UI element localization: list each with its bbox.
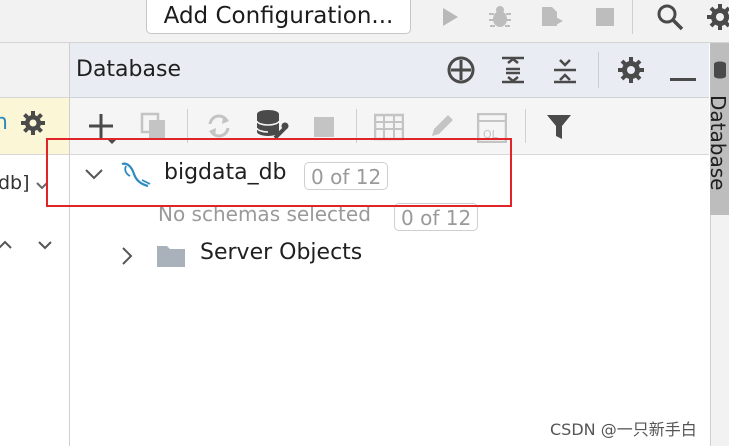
toolbar-separator [525, 109, 526, 143]
database-icon [713, 61, 727, 83]
chevron-up-icon[interactable] [0, 236, 14, 258]
debug-icon[interactable] [485, 2, 515, 32]
add-configuration-button[interactable]: Add Configuration... [146, 0, 411, 34]
schemas-count-badge: 0 of 12 [394, 203, 479, 231]
tree-row-server-objects[interactable]: Server Objects [110, 238, 410, 274]
settings-icon[interactable] [705, 2, 729, 32]
gear-icon[interactable] [20, 110, 46, 140]
header-separator [598, 52, 599, 88]
gear-icon[interactable] [617, 56, 645, 88]
server-objects-label: Server Objects [200, 240, 363, 265]
expand-all-icon[interactable] [498, 55, 528, 89]
collapse-all-icon[interactable] [550, 55, 580, 89]
database-tab-label: Database [706, 95, 729, 191]
left-link-fragment[interactable]: n [0, 110, 8, 135]
minimize-icon[interactable] [670, 68, 696, 87]
coverage-icon[interactable] [537, 2, 567, 32]
toolbar-separator [632, 0, 633, 34]
watermark: CSDN @一只新手白 [550, 420, 697, 439]
search-icon[interactable] [655, 2, 685, 32]
left-panel-header [0, 43, 69, 98]
filter-icon[interactable] [546, 113, 572, 145]
chevron-down-icon[interactable] [36, 236, 54, 258]
panel-title: Database [76, 57, 181, 82]
folder-icon [156, 244, 186, 272]
stop-icon[interactable] [590, 2, 620, 32]
chevron-right-icon[interactable] [120, 246, 134, 270]
crosshair-icon[interactable] [446, 55, 476, 89]
highlight-annotation-box [46, 138, 512, 207]
left-db-label: db] [0, 172, 30, 194]
run-icon[interactable] [434, 2, 464, 32]
